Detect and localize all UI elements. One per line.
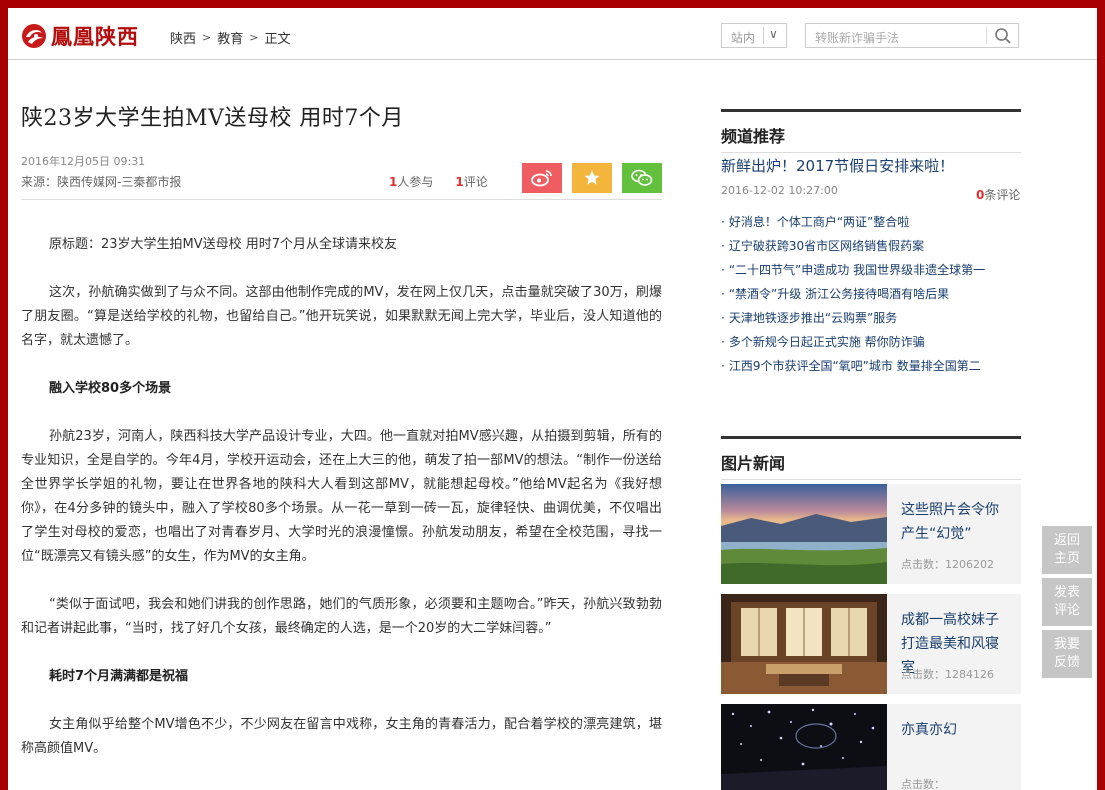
article-stats: 1人参与 1评论 (389, 173, 510, 190)
article-subheading: 耗时7个月满满都是祝福 (49, 669, 189, 684)
page-frame: 鳳凰陕西 陕西 > 教育 > 正文 站内 ∨ 转账新诈骗手法 陕23岁大学生拍M… (8, 8, 1097, 790)
article-paragraph: 女主角似乎给整个MV增色不少，不少网友在留言中戏称，女主角的青春活力，配合着学校… (21, 717, 662, 756)
list-item[interactable]: · 江西9个市获评全国“氧吧”城市 数量排全国第二 (721, 354, 1021, 378)
photo-thumbnail[interactable] (721, 484, 887, 584)
article-source[interactable]: 来源：陕西传媒网-三秦都市报 (21, 173, 181, 190)
article-paragraph: 原标题：23岁大学生拍MV送母校 用时7个月从全球请来校友 (49, 237, 398, 252)
channel-headline-comments[interactable]: 0条评论 (976, 186, 1020, 203)
photo-click-count: 点击数：1206202 (901, 558, 994, 571)
photo-news-card[interactable]: 成都一高校妹子打造最美和风寝室 点击数：1284126 (721, 594, 1021, 694)
back-to-home-button[interactable]: 返回 主页 (1042, 526, 1092, 574)
breadcrumb-item-education[interactable]: 教育 (217, 28, 243, 47)
search-scope-select[interactable]: 站内 ∨ (721, 23, 787, 48)
search-icon[interactable] (994, 27, 1012, 45)
list-item[interactable]: · “二十四节气”申遗成功 我国世界级非遗全球第一 (721, 258, 1021, 282)
breadcrumb-item-shaanxi[interactable]: 陕西 (170, 28, 196, 47)
list-item[interactable]: · 辽宁破获跨30省市区网络销售假药案 (721, 234, 1021, 258)
channel-recommend-header: 频道推荐 (721, 109, 1021, 153)
divider (721, 152, 1021, 153)
photo-click-count: 点击数：1284126 (901, 668, 994, 681)
list-item[interactable]: · 天津地铁逐步推出“云购票”服务 (721, 306, 1021, 330)
article-title: 陕23岁大学生拍MV送母校 用时7个月 (21, 106, 404, 131)
article-paragraph: 孙航23岁，河南人，陕西科技大学产品设计专业，大四。他一直就对拍MV感兴趣，从拍… (21, 429, 662, 564)
section-title: 图片新闻 (721, 454, 786, 473)
phoenix-logo-icon (22, 24, 46, 48)
channel-headline-date: 2016-12-02 10:27:00 (721, 184, 838, 197)
channel-headline-link[interactable]: 新鲜出炉！2017节假日安排来啦！ (721, 155, 954, 176)
photo-news-header: 图片新闻 (721, 436, 1021, 480)
participants-count[interactable]: 1人参与 (389, 173, 433, 190)
list-item[interactable]: · 多个新规今日起正式实施 帮你防诈骗 (721, 330, 1021, 354)
share-wechat-button[interactable] (622, 163, 662, 193)
list-item[interactable]: · “禁酒令”升级 浙江公务接待喝酒有啥后果 (721, 282, 1021, 306)
photo-thumbnail[interactable] (721, 704, 887, 790)
share-weibo-button[interactable] (522, 163, 562, 193)
post-comment-button[interactable]: 发表 评论 (1042, 578, 1092, 626)
search-scope-value: 站内 (731, 31, 756, 45)
article-subheading: 融入学校80多个场景 (49, 381, 172, 396)
top-bar: 鳳凰陕西 陕西 > 教育 > 正文 站内 ∨ 转账新诈骗手法 (8, 8, 1097, 60)
photo-news-card[interactable]: 亦真亦幻 点击数： (721, 704, 1021, 790)
search-input[interactable]: 转账新诈骗手法 (805, 23, 1019, 48)
section-title: 频道推荐 (721, 127, 786, 146)
article-date: 2016年12月05日 09:31 (21, 155, 146, 168)
chevron-right-icon: > (202, 31, 212, 44)
favorite-button[interactable] (572, 163, 612, 193)
divider (986, 27, 987, 44)
photo-thumbnail[interactable] (721, 594, 887, 694)
breadcrumb-item-current: 正文 (264, 32, 291, 47)
weibo-icon (531, 170, 552, 187)
breadcrumb: 陕西 > 教育 > 正文 (170, 28, 290, 47)
channel-news-list: · 好消息！个体工商户“两证”整合啦 · 辽宁破获跨30省市区网络销售假药案 · “二… (721, 210, 1021, 378)
article-paragraph: “类似于面试吧，我会和她们讲我的创作思路，她们的气质形象，必须要和主题吻合。”昨… (21, 597, 662, 636)
comments-count[interactable]: 1评论 (455, 173, 487, 190)
wechat-icon (631, 169, 653, 186)
article-body: 原标题：23岁大学生拍MV送母校 用时7个月从全球请来校友 这次，孙航确实做到了… (21, 233, 662, 785)
photo-news-title[interactable]: 亦真亦幻 (901, 718, 1011, 742)
site-logo[interactable]: 鳳凰陕西 (21, 22, 139, 50)
feedback-button[interactable]: 我要 反馈 (1042, 630, 1092, 678)
chevron-right-icon: > (249, 31, 259, 44)
divider (763, 27, 764, 44)
photo-news-card[interactable]: 这些照片会令你产生“幻觉” 点击数：1206202 (721, 484, 1021, 584)
divider (21, 199, 662, 200)
star-icon (584, 170, 600, 185)
logo-text: 鳳凰陕西 (51, 24, 139, 49)
article-paragraph: 这次，孙航确实做到了与众不同。这部由他制作完成的MV，发在网上仅几天，点击量就突… (21, 285, 662, 348)
list-item[interactable]: · 好消息！个体工商户“两证”整合啦 (721, 210, 1021, 234)
divider (721, 479, 1021, 480)
photo-news-title[interactable]: 这些照片会令你产生“幻觉” (901, 498, 1011, 546)
search-placeholder: 转账新诈骗手法 (815, 31, 900, 45)
photo-click-count: 点击数： (901, 778, 945, 790)
chevron-down-icon: ∨ (769, 27, 778, 41)
